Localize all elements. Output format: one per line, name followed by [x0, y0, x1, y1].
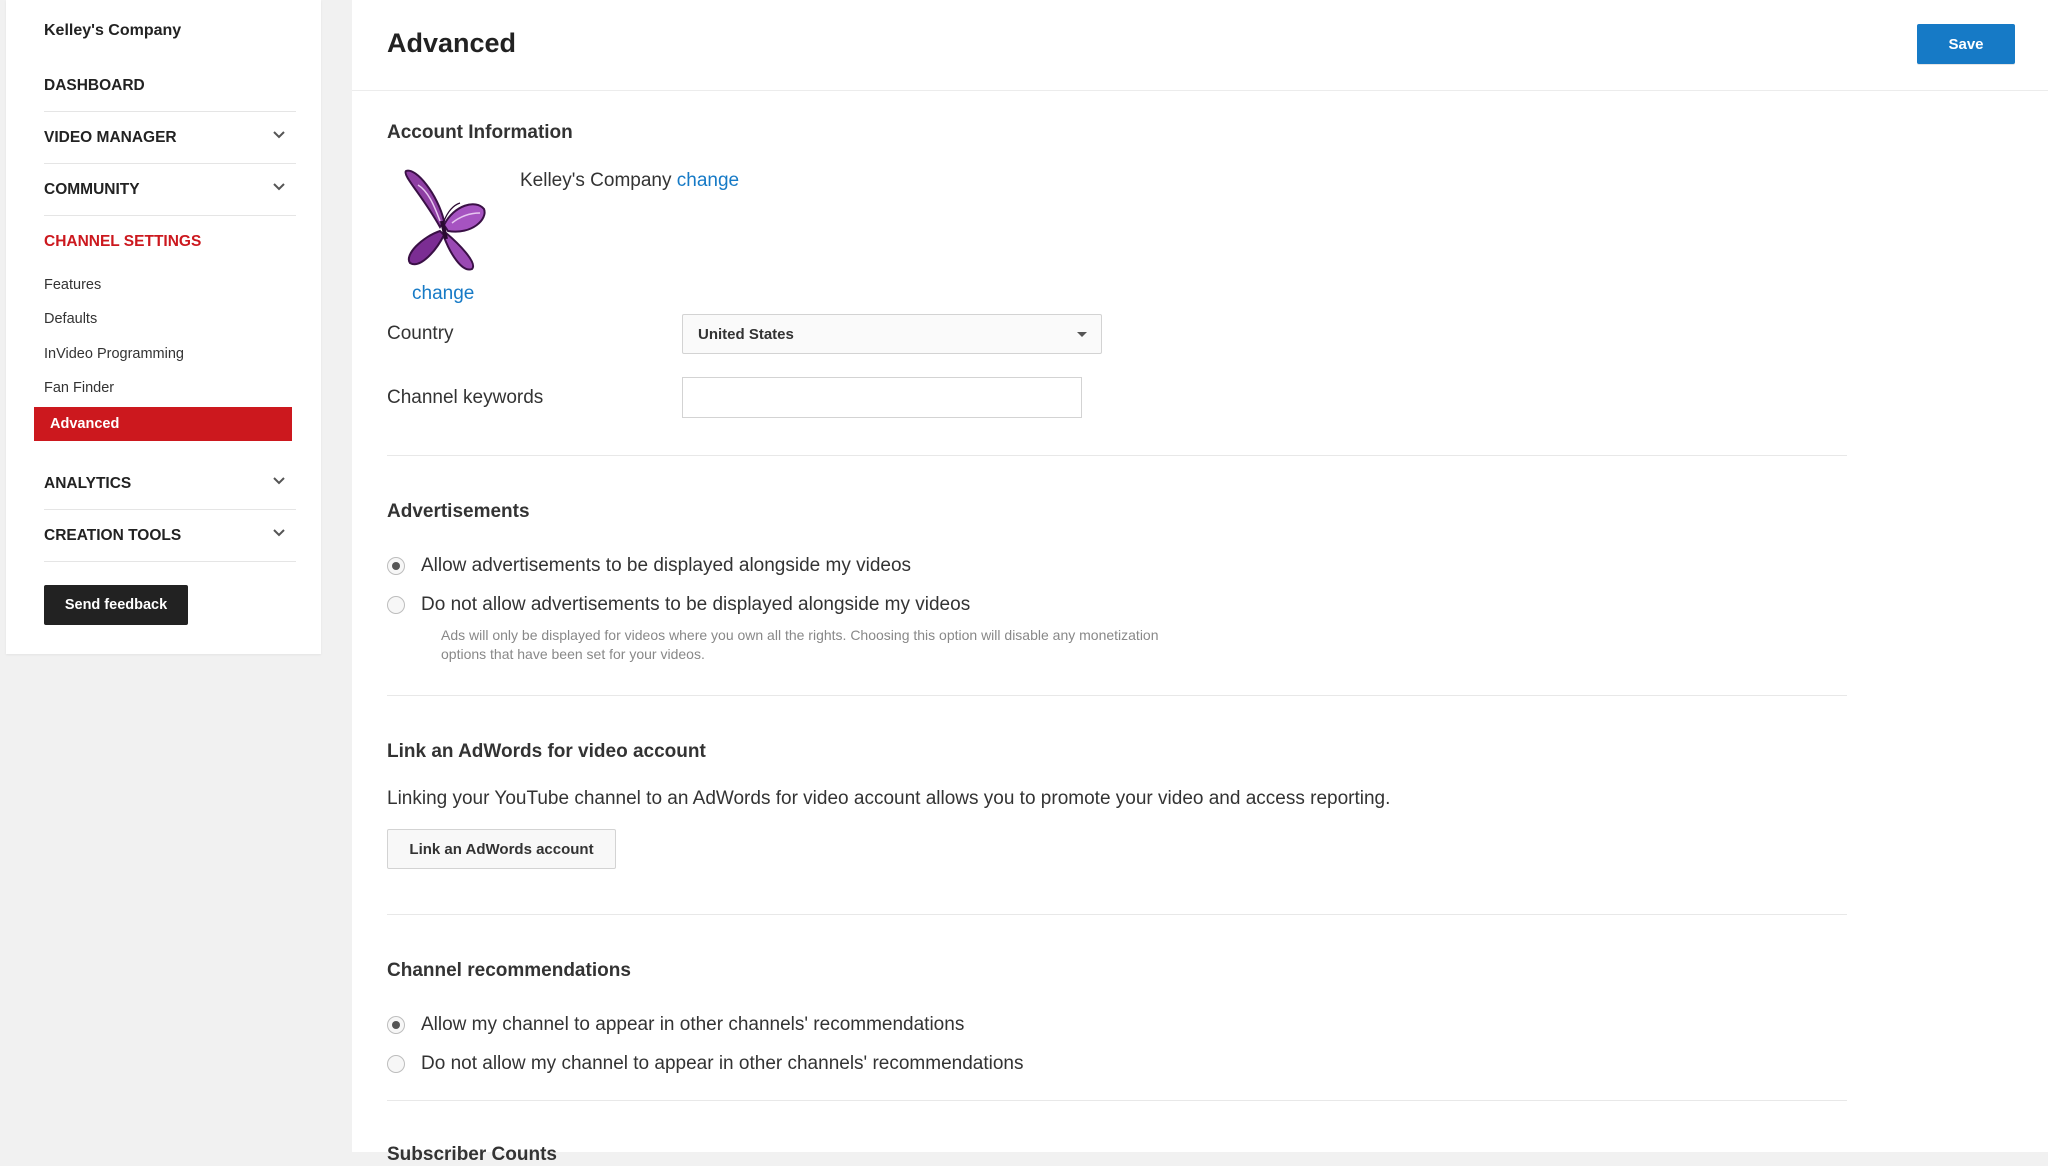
channel-keywords-label: Channel keywords	[387, 387, 544, 408]
save-button[interactable]: Save	[1917, 24, 2015, 64]
chevron-down-icon[interactable]	[272, 128, 286, 142]
ads-allow-option[interactable]: Allow advertisements to be displayed alo…	[387, 555, 911, 577]
page-title: Advanced	[387, 28, 517, 58]
main-panel: Advanced Save Account Information change…	[352, 0, 2048, 1165]
chevron-down-icon[interactable]	[272, 180, 286, 194]
ads-disallow-label: Do not allow advertisements to be displa…	[421, 594, 971, 615]
country-select[interactable]: United States	[682, 314, 1102, 354]
sidebar-item-label: CREATION TOOLS	[44, 526, 182, 544]
sidebar-item-label: ANALYTICS	[44, 474, 132, 492]
sidebar-item-analytics[interactable]: ANALYTICS	[44, 458, 296, 510]
recommendations-allow-label: Allow my channel to appear in other chan…	[421, 1014, 965, 1035]
chevron-down-icon[interactable]	[272, 474, 286, 488]
sidebar-item-label: Advanced	[50, 416, 120, 432]
account-name-row: Kelley's Company change	[520, 170, 739, 192]
recommendations-allow-radio[interactable]	[387, 1016, 405, 1034]
sidebar-subitem-defaults[interactable]: Defaults	[44, 311, 97, 327]
sidebar-subitem-fan-finder[interactable]: Fan Finder	[44, 380, 114, 396]
ads-note-line: Ads will only be displayed for videos wh…	[441, 627, 1159, 643]
sidebar-subitem-features[interactable]: Features	[44, 277, 101, 293]
link-adwords-button[interactable]: Link an AdWords account	[387, 829, 616, 869]
recommendations-allow-option[interactable]: Allow my channel to appear in other chan…	[387, 1014, 964, 1036]
ads-disallow-option[interactable]: Do not allow advertisements to be displa…	[387, 594, 970, 616]
section-title-advertisements: Advertisements	[387, 501, 530, 522]
change-name-link[interactable]: change	[677, 170, 739, 191]
sidebar-company-name[interactable]: Kelley's Company	[44, 22, 181, 40]
section-title-adwords: Link an AdWords for video account	[387, 741, 706, 762]
sidebar: Kelley's Company DASHBOARD VIDEO MANAGER…	[6, 0, 321, 654]
sidebar-subitem-advanced[interactable]: Advanced	[34, 407, 292, 441]
ads-note: Ads will only be displayed for videos wh…	[441, 626, 1301, 664]
sidebar-item-channel-settings[interactable]: CHANNEL SETTINGS	[44, 233, 201, 251]
section-divider	[387, 455, 1847, 456]
ads-allow-radio[interactable]	[387, 557, 405, 575]
chevron-down-icon[interactable]	[272, 526, 286, 540]
sidebar-item-video-manager[interactable]: VIDEO MANAGER	[44, 112, 296, 164]
ads-allow-label: Allow advertisements to be displayed alo…	[421, 555, 912, 576]
section-divider	[387, 695, 1847, 696]
sidebar-item-label: COMMUNITY	[44, 180, 140, 198]
sidebar-item-label: VIDEO MANAGER	[44, 128, 177, 146]
country-select-value: United States	[698, 326, 794, 343]
section-divider	[387, 914, 1847, 915]
sidebar-item-label: DASHBOARD	[44, 76, 145, 94]
section-title-account-information: Account Information	[387, 122, 573, 143]
sidebar-subitem-invideo-programming[interactable]: InVideo Programming	[44, 346, 184, 362]
sidebar-item-dashboard[interactable]: DASHBOARD	[44, 60, 296, 112]
section-divider	[387, 1100, 1847, 1101]
adwords-description: Linking your YouTube channel to an AdWor…	[387, 788, 1391, 809]
sidebar-item-creation-tools[interactable]: CREATION TOOLS	[44, 510, 296, 562]
channel-keywords-input[interactable]	[682, 377, 1082, 418]
recommendations-disallow-label: Do not allow my channel to appear in oth…	[421, 1053, 1024, 1074]
country-label: Country	[387, 323, 454, 344]
send-feedback-button[interactable]: Send feedback	[44, 585, 188, 625]
section-title-channel-recommendations: Channel recommendations	[387, 960, 631, 981]
section-title-subscriber-counts: Subscriber Counts	[387, 1144, 557, 1165]
ads-disallow-radio[interactable]	[387, 596, 405, 614]
ads-note-line: options that have been set for your vide…	[441, 646, 705, 662]
sidebar-item-community[interactable]: COMMUNITY	[44, 164, 296, 216]
dropdown-caret-icon	[1077, 332, 1087, 337]
recommendations-disallow-option[interactable]: Do not allow my channel to appear in oth…	[387, 1053, 1023, 1075]
recommendations-disallow-radio[interactable]	[387, 1055, 405, 1073]
account-name: Kelley's Company	[520, 170, 672, 191]
butterfly-avatar[interactable]	[392, 165, 492, 280]
change-avatar-link[interactable]: change	[412, 283, 474, 305]
page-header: Advanced Save	[352, 0, 2048, 91]
